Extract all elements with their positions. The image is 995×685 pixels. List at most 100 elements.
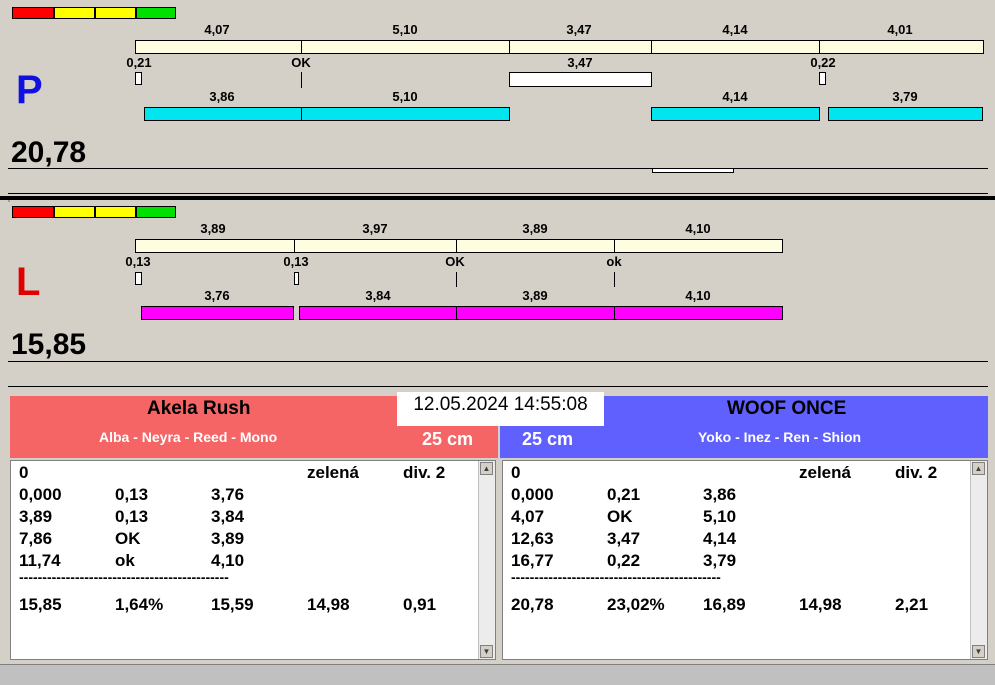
cell: OK xyxy=(115,529,141,548)
time-bar-segment xyxy=(135,239,295,253)
mid-label: OK xyxy=(445,254,465,269)
top-label: 4,01 xyxy=(887,22,913,37)
cell: 0,13 xyxy=(115,485,149,504)
cell: 16,89 xyxy=(703,595,746,614)
cell: 23,02% xyxy=(607,595,665,614)
changeover-bar xyxy=(509,72,652,87)
run-bar-segment xyxy=(299,306,457,320)
cell: 3,84 xyxy=(211,507,245,526)
signal-light-red xyxy=(12,206,54,218)
signal-light-green xyxy=(136,7,176,19)
cell: 2,21 xyxy=(895,595,929,614)
bottom-label: 4,14 xyxy=(722,89,748,104)
col-div: div. 2 xyxy=(403,463,446,482)
cell: 20,78 xyxy=(511,595,554,614)
scrollbar-right[interactable]: ▲ ▼ xyxy=(970,461,987,659)
run-bar-segment xyxy=(301,107,510,121)
lane-p-strip-mark xyxy=(652,168,734,173)
cell: 12,63 xyxy=(511,529,554,548)
team-right-height: 25 cm xyxy=(522,429,574,449)
run-bar-segment xyxy=(614,306,783,320)
mid-label: 0,22 xyxy=(810,55,836,70)
cell: OK xyxy=(607,507,633,526)
top-label: 4,07 xyxy=(204,22,230,37)
scroll-up-icon[interactable]: ▲ xyxy=(972,462,985,475)
team-left-dogs: Alba - Neyra - Reed - Mono xyxy=(99,429,278,445)
run-bar-segment xyxy=(828,107,983,121)
team-left-name: Akela Rush xyxy=(147,398,251,419)
mid-label: 0,13 xyxy=(283,254,309,269)
separator-line: ----------------------------------------… xyxy=(19,569,229,585)
run-bar-segment xyxy=(144,107,302,121)
signal-light-yellow-2 xyxy=(95,7,136,19)
top-label: 4,14 xyxy=(722,22,748,37)
cell: 0,91 xyxy=(403,595,437,614)
lane-total-p: 20,78 xyxy=(11,136,87,169)
bottom-label: 4,10 xyxy=(685,288,711,303)
scroll-down-icon[interactable]: ▼ xyxy=(480,645,493,658)
mid-label: 0,13 xyxy=(125,254,151,269)
team-right-dogs: Yoko - Inez - Ren - Shion xyxy=(698,429,862,445)
bottom-label: 3,86 xyxy=(209,89,235,104)
status-bar xyxy=(0,664,995,685)
cell: 7,86 xyxy=(19,529,53,548)
bottom-label: 3,76 xyxy=(204,288,230,303)
bottom-label: 3,89 xyxy=(522,288,548,303)
scrollbar-left[interactable]: ▲ ▼ xyxy=(478,461,495,659)
run-bar-segment xyxy=(141,306,294,320)
signal-light-yellow-2 xyxy=(95,206,136,218)
time-bar-segment xyxy=(509,40,652,54)
cell: 4,14 xyxy=(703,529,737,548)
signal-light-red xyxy=(12,7,54,19)
mid-label: OK xyxy=(291,55,311,70)
changeover-box xyxy=(819,72,826,85)
signal-light-green xyxy=(136,206,176,218)
changeover-tick xyxy=(614,272,615,287)
col-0: 0 xyxy=(511,463,521,482)
lane-total-l: 15,85 xyxy=(11,328,87,361)
top-label: 3,47 xyxy=(566,22,592,37)
bottom-label: 3,84 xyxy=(365,288,391,303)
cell: 4,10 xyxy=(211,551,245,570)
time-bar-segment xyxy=(651,40,820,54)
results-panel-right[interactable]: 0 zelená div. 2 0,000 0,21 3,86 4,07 OK … xyxy=(502,460,988,660)
cell: 3,76 xyxy=(211,485,245,504)
team-right-name: WOOF ONCE xyxy=(727,398,847,419)
bottom-label: 5,10 xyxy=(392,89,418,104)
results-panel-left[interactable]: 0 zelená div. 2 0,000 0,13 3,76 3,89 0,1… xyxy=(10,460,496,660)
time-bar-segment xyxy=(135,40,302,54)
scroll-down-icon[interactable]: ▼ xyxy=(972,645,985,658)
lane-letter-l: L xyxy=(16,260,41,304)
top-label: 3,97 xyxy=(362,221,388,236)
changeover-box xyxy=(135,72,142,85)
cell: 0,21 xyxy=(607,485,641,504)
lane-divider xyxy=(0,196,995,200)
time-bar-segment xyxy=(456,239,615,253)
col-0: 0 xyxy=(19,463,29,482)
race-datetime: 12.05.2024 14:55:08 xyxy=(397,392,604,426)
top-label: 5,10 xyxy=(392,22,418,37)
col-zelena: zelená xyxy=(307,463,359,482)
changeover-tick xyxy=(301,72,302,88)
cell: 0,000 xyxy=(19,485,62,504)
top-label: 3,89 xyxy=(200,221,226,236)
lane-p-strip xyxy=(8,168,988,194)
cell: 16,77 xyxy=(511,551,554,570)
scroll-up-icon[interactable]: ▲ xyxy=(480,462,493,475)
cell: 0,000 xyxy=(511,485,554,504)
separator-line: ----------------------------------------… xyxy=(511,569,721,585)
time-bar-segment xyxy=(614,239,783,253)
col-zelena: zelená xyxy=(799,463,851,482)
lane-letter-p: P xyxy=(16,68,43,112)
mid-label: 3,47 xyxy=(567,55,593,70)
team-left-height: 25 cm xyxy=(422,429,474,449)
cell: 3,86 xyxy=(703,485,737,504)
changeover-box xyxy=(135,272,142,285)
cell: 11,74 xyxy=(19,551,61,570)
mid-label: ok xyxy=(606,254,622,269)
cell: 15,85 xyxy=(19,595,62,614)
cell: 15,59 xyxy=(211,595,254,614)
cell: 3,47 xyxy=(607,529,641,548)
cell: 0,22 xyxy=(607,551,641,570)
cell: 5,10 xyxy=(703,507,737,526)
